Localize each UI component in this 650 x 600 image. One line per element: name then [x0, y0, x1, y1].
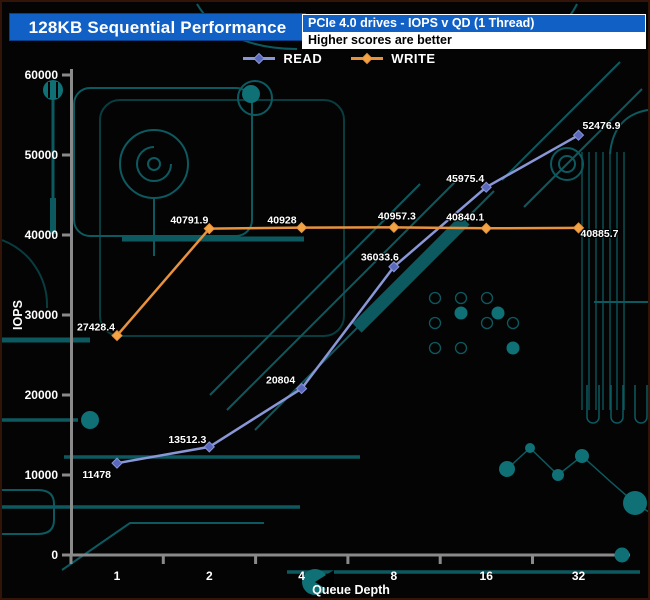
chart-note: Higher scores are better — [303, 32, 645, 48]
svg-text:30000: 30000 — [25, 308, 59, 322]
svg-text:13512.3: 13512.3 — [168, 434, 206, 446]
svg-text:40840.1: 40840.1 — [446, 211, 484, 223]
chart-canvas: 60000 50000 40000 30000 20000 10000 0 1 2 4 8 16 32 I… — [11, 68, 630, 597]
legend-label-write: WRITE — [391, 51, 436, 66]
chart-subtitle-box: PCIe 4.0 drives - IOPS v QD (1 Thread) H… — [302, 14, 646, 49]
svg-text:27428.4: 27428.4 — [77, 322, 115, 334]
svg-text:16: 16 — [480, 569, 494, 583]
svg-text:20000: 20000 — [25, 388, 59, 402]
svg-text:11478: 11478 — [82, 469, 111, 481]
chart-legend: READ WRITE — [16, 51, 648, 66]
svg-text:36033.6: 36033.6 — [361, 252, 399, 264]
chart-subtitle: PCIe 4.0 drives - IOPS v QD (1 Thread) — [303, 15, 645, 32]
svg-text:IOPS: IOPS — [11, 300, 25, 330]
svg-text:0: 0 — [51, 548, 58, 562]
svg-text:50000: 50000 — [25, 148, 59, 162]
svg-text:2: 2 — [206, 569, 213, 583]
svg-text:45975.4: 45975.4 — [446, 173, 484, 185]
svg-text:40928: 40928 — [267, 215, 296, 227]
chart-panel: 128KB Sequential Performance PCIe 4.0 dr… — [0, 0, 650, 600]
legend-item-read: READ — [242, 51, 322, 66]
svg-text:Queue Depth: Queue Depth — [312, 583, 390, 597]
svg-text:60000: 60000 — [25, 68, 59, 82]
svg-text:10000: 10000 — [25, 468, 59, 482]
svg-text:20804: 20804 — [266, 375, 295, 387]
read-line-swatch-icon — [243, 52, 276, 65]
legend-item-write: WRITE — [350, 51, 435, 66]
svg-text:8: 8 — [391, 569, 398, 583]
svg-text:1: 1 — [114, 569, 121, 583]
write-line-swatch-icon — [351, 52, 384, 65]
svg-text:40000: 40000 — [25, 228, 59, 242]
svg-text:4: 4 — [298, 569, 305, 583]
legend-label-read: READ — [283, 51, 323, 66]
svg-text:40957.3: 40957.3 — [378, 210, 416, 222]
svg-text:52476.9: 52476.9 — [583, 120, 621, 132]
svg-text:32: 32 — [572, 569, 586, 583]
chart-title: 128KB Sequential Performance — [9, 13, 306, 41]
svg-text:40885.7: 40885.7 — [581, 228, 619, 240]
svg-text:40791.9: 40791.9 — [170, 215, 208, 227]
